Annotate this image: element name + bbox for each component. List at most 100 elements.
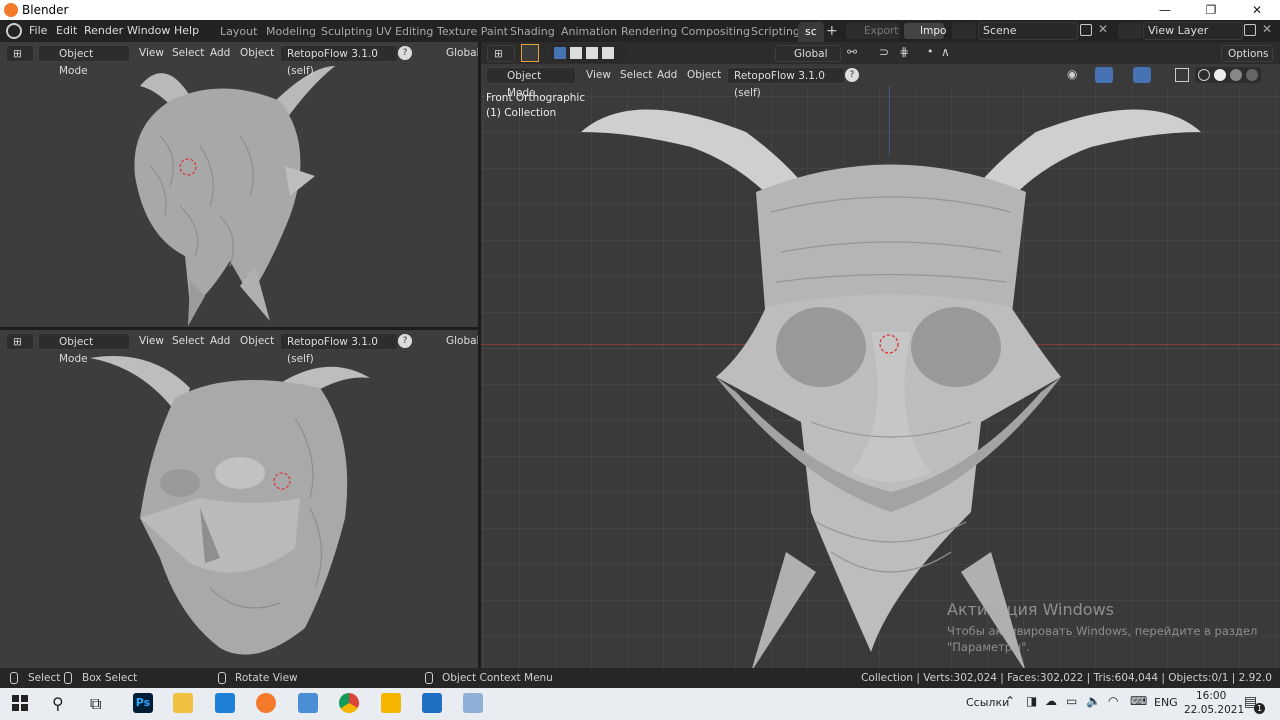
add-menu[interactable]: Add [651,67,683,84]
material-shading-icon[interactable] [1230,69,1242,81]
select-mode-buttons[interactable] [551,45,627,61]
photoshop-icon[interactable]: Ps [133,693,153,713]
tray-app-icon[interactable]: ◨ [1026,694,1037,708]
mode-dropdown[interactable]: Object Mode [486,67,576,99]
snap-target-icon[interactable]: ⋕ [899,45,921,61]
volume-icon[interactable]: 🔈 [1086,694,1101,708]
view-layer-browse-icon[interactable] [1118,23,1142,39]
view-menu[interactable]: View [133,45,170,62]
proportional-edit-icon[interactable]: • [927,45,939,61]
object-menu[interactable]: Object [681,67,727,84]
remove-scene-icon[interactable]: ✕ [1098,22,1108,36]
retopoflow-menu[interactable]: RetopoFlow 3.1.0 (self) [280,45,398,77]
viewport-main[interactable]: Front Orthographic (1) Collection Актива… [481,42,1280,668]
help-icon[interactable]: ? [398,46,412,60]
windows-start-icon[interactable] [12,695,28,711]
view-menu[interactable]: View [133,333,170,350]
clock-date[interactable]: 22.05.2021 [1184,704,1244,716]
language-indicator[interactable]: ENG [1154,696,1178,709]
keyboard-icon[interactable]: ⌨ [1130,694,1147,708]
import-button[interactable]: Impo [904,23,946,39]
export-button[interactable]: Export [846,23,900,39]
wifi-icon[interactable]: ◠ [1108,694,1118,708]
overlays-icon[interactable] [1133,67,1151,83]
transform-orientation-dropdown[interactable]: Global [775,45,841,62]
orientation-dropdown[interactable]: Global [428,45,486,62]
solid-shading-icon[interactable] [1214,69,1226,81]
menu-render[interactable]: Render [79,20,128,42]
status-context-menu: Object Context Menu [442,672,553,684]
orientation-dropdown[interactable]: Global [428,333,486,350]
tray-chevron-icon[interactable]: ⌃ [1005,694,1015,708]
add-workspace-button[interactable]: + [826,23,838,39]
view-menu[interactable]: View [580,67,617,84]
help-icon[interactable]: ? [398,334,412,348]
tab-sc[interactable]: sc [798,22,824,42]
task-view-icon[interactable]: ⧉ [90,694,101,714]
blender-menu-icon[interactable] [6,23,22,39]
pivot-icon[interactable]: ⚯ [847,45,869,61]
battery-icon[interactable]: ▭ [1066,694,1077,708]
editor-type-icon[interactable]: ⊞ [487,45,515,62]
object-menu[interactable]: Object [234,333,280,350]
viewport-bottom-left[interactable] [0,330,478,668]
help-icon[interactable]: ? [845,68,859,82]
snap-icon[interactable]: ⊃ [879,45,895,61]
blender-logo-icon [4,3,18,17]
editor-type-icon[interactable]: ⊞ [6,333,34,350]
editor-type-icon[interactable]: ⊞ [6,45,34,62]
remove-view-layer-icon[interactable]: ✕ [1262,22,1272,36]
add-menu[interactable]: Add [204,45,236,62]
mode-dropdown[interactable]: Object Mode [38,45,130,77]
onedrive-icon[interactable]: ☁ [1045,694,1057,708]
app-icon[interactable] [298,693,318,713]
select-invert-icon[interactable] [602,47,614,59]
minimize-button[interactable]: — [1142,0,1188,20]
calendar-app-icon[interactable] [215,693,235,713]
maximize-button[interactable]: ❐ [1188,0,1234,20]
new-scene-icon[interactable] [1080,24,1092,36]
select-subtract-icon[interactable] [586,47,598,59]
clock-time[interactable]: 16:00 [1196,690,1226,702]
retopoflow-menu[interactable]: RetopoFlow 3.1.0 (self) [727,67,845,99]
add-menu[interactable]: Add [204,333,236,350]
new-view-layer-icon[interactable] [1244,24,1256,36]
select-tool-icon[interactable] [521,44,539,62]
notification-count-badge: 1 [1254,703,1265,714]
select-extend-icon[interactable] [570,47,582,59]
activation-watermark-text-2: "Параметры". [947,640,1031,654]
view-layer-field[interactable]: View Layer [1143,22,1243,40]
rendered-shading-icon[interactable] [1246,69,1258,81]
paint-icon[interactable] [463,693,483,713]
file-explorer-icon[interactable] [173,693,193,713]
app-icon-2[interactable] [381,693,401,713]
mode-dropdown[interactable]: Object Mode [38,333,130,365]
gizmo-icon[interactable] [1095,67,1113,83]
falloff-icon[interactable]: ∧ [941,45,961,61]
close-button[interactable]: ✕ [1234,0,1280,20]
viewport-top-left[interactable] [0,42,478,327]
chrome-icon[interactable] [339,693,359,713]
menu-help[interactable]: Help [169,20,204,42]
media-player-icon[interactable] [422,693,442,713]
menu-window[interactable]: Window [122,20,175,42]
area-divider-horizontal[interactable] [0,327,478,330]
xray-icon[interactable] [1175,68,1189,82]
scene-browse-icon[interactable] [952,23,976,39]
search-icon[interactable]: ⚲ [52,694,64,713]
tab-shading[interactable]: Shading [503,22,562,42]
retopoflow-menu[interactable]: RetopoFlow 3.1.0 (self) [280,333,398,365]
blender-taskbar-icon[interactable] [256,693,276,713]
visibility-icon[interactable]: ◉ [1067,67,1089,83]
wireframe-shading-icon[interactable] [1198,69,1210,81]
shading-mode-buttons[interactable] [1195,67,1261,83]
scene-field[interactable]: Scene [978,22,1078,40]
options-dropdown[interactable]: Options [1221,45,1273,62]
menu-file[interactable]: File [24,20,52,42]
links-toolbar[interactable]: Ссылки [966,696,1009,709]
area-divider-vertical[interactable] [478,42,481,668]
menu-edit[interactable]: Edit [51,20,82,42]
object-menu[interactable]: Object [234,45,280,62]
select-new-icon[interactable] [554,47,566,59]
tab-layout[interactable]: Layout [213,22,264,42]
